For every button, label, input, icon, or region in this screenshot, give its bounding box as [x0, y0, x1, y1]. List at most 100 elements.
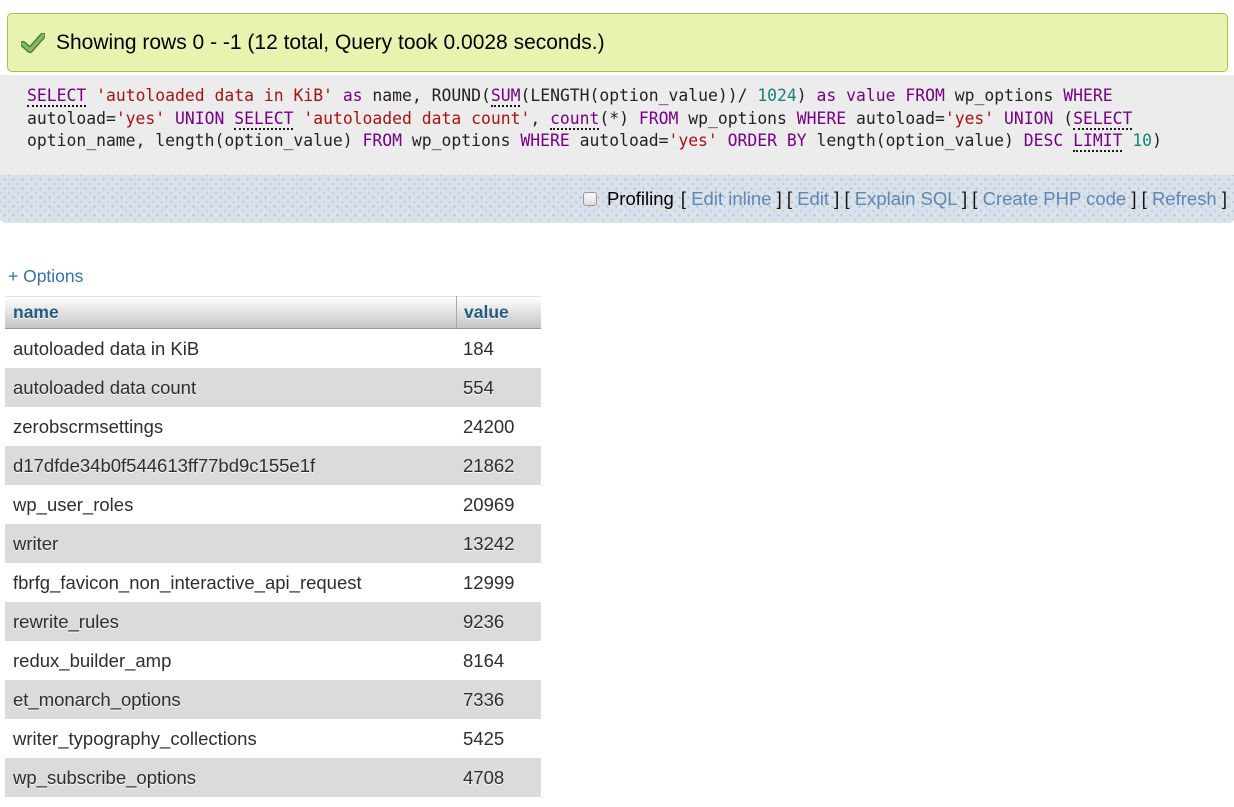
sql-line: SELECT 'autoloaded data in KiB' as name,…	[27, 85, 1224, 108]
sql-token: UNION	[175, 109, 224, 128]
sql-token: )	[1152, 131, 1162, 150]
sql-token: wp_options	[678, 109, 796, 128]
sql-token: ,	[530, 109, 550, 128]
bracket: ]	[771, 188, 781, 209]
query-tools-row: Profiling [ Edit inline ] [ Edit ] [ Exp…	[0, 175, 1234, 223]
action-link-edit[interactable]: Edit	[797, 188, 829, 209]
sql-token	[896, 86, 906, 105]
bracket: [	[782, 188, 797, 209]
table-row: autoloaded data in KiB184	[5, 329, 541, 368]
cell-name: wp_subscribe_options	[5, 767, 456, 789]
cell-name: wp_user_roles	[5, 494, 456, 516]
cell-value: 20969	[456, 494, 541, 516]
table-row: wp_user_roles20969	[5, 485, 541, 524]
column-header-name[interactable]: name	[5, 302, 456, 323]
query-action-links: [ Edit inline ] [ Edit ] [ Explain SQL ]…	[676, 188, 1227, 210]
table-row: writer_typography_collections5425	[5, 719, 541, 758]
profiling-label[interactable]: Profiling	[607, 188, 674, 210]
table-row: autoloaded data count554	[5, 368, 541, 407]
sql-keyword-doc-link[interactable]: count	[550, 109, 599, 130]
sql-token: 'yes'	[116, 109, 165, 128]
cell-name: writer_typography_collections	[5, 728, 456, 750]
sql-token: 'autoloaded data count'	[303, 109, 530, 128]
sql-token	[333, 86, 343, 105]
cell-value: 5425	[456, 728, 541, 750]
cell-value: 9236	[456, 611, 541, 633]
success-message-bar: Showing rows 0 - -1 (12 total, Query too…	[7, 13, 1228, 72]
sql-token: wp_options	[945, 86, 1063, 105]
sql-token: (LENGTH(option_value))/	[520, 86, 757, 105]
action-link-explain-sql[interactable]: Explain SQL	[855, 188, 957, 209]
table-row: wp_subscribe_options4708	[5, 758, 541, 797]
cell-name: redux_builder_amp	[5, 650, 456, 672]
cell-value: 13242	[456, 533, 541, 555]
sql-token: 1024	[757, 86, 796, 105]
bracket: ]	[1126, 188, 1136, 209]
cell-name: d17dfde34b0f544613ff77bd9c155e1f	[5, 455, 456, 477]
cell-value: 8164	[456, 650, 541, 672]
cell-name: rewrite_rules	[5, 611, 456, 633]
sql-token: DESC	[1024, 131, 1063, 150]
sql-token	[293, 109, 303, 128]
table-row: redux_builder_amp8164	[5, 641, 541, 680]
table-row: rewrite_rules9236	[5, 602, 541, 641]
results-table-body: autoloaded data in KiB184autoloaded data…	[5, 329, 541, 797]
sql-token	[224, 109, 234, 128]
sql-keyword-doc-link[interactable]: LIMIT	[1073, 131, 1122, 152]
sql-token: WHERE	[797, 109, 846, 128]
table-row: writer13242	[5, 524, 541, 563]
sql-token: length(option_value)	[807, 131, 1024, 150]
sql-token: )	[797, 86, 817, 105]
profiling-checkbox[interactable]	[583, 192, 597, 206]
cell-value: 4708	[456, 767, 541, 789]
sql-keyword-doc-link[interactable]: SUM	[491, 86, 521, 107]
sql-token: autoload=	[570, 131, 669, 150]
cell-value: 554	[456, 377, 541, 399]
sql-token: UNION	[1004, 109, 1053, 128]
sql-token: 'autoloaded data in KiB'	[96, 86, 333, 105]
sql-keyword-doc-link[interactable]: SELECT	[1073, 109, 1132, 130]
sql-query-block[interactable]: SELECT 'autoloaded data in KiB' as name,…	[0, 75, 1234, 175]
action-link-refresh[interactable]: Refresh	[1152, 188, 1217, 209]
sql-token: 'yes'	[668, 131, 717, 150]
sql-token: 'yes'	[945, 109, 994, 128]
cell-name: autoloaded data in KiB	[5, 338, 456, 360]
sql-token: (*)	[599, 109, 638, 128]
cell-value: 7336	[456, 689, 541, 711]
cell-name: et_monarch_options	[5, 689, 456, 711]
cell-value: 12999	[456, 572, 541, 594]
sql-token: autoload=	[846, 109, 945, 128]
sql-token: as	[817, 86, 837, 105]
results-table: name value autoloaded data in KiB184auto…	[5, 296, 541, 797]
sql-token: FROM	[905, 86, 944, 105]
table-row: et_monarch_options7336	[5, 680, 541, 719]
results-table-header: name value	[5, 296, 541, 329]
sql-keyword-doc-link[interactable]: SELECT	[234, 109, 293, 130]
cell-name: fbrfg_favicon_non_interactive_api_reques…	[5, 572, 456, 594]
bracket: ]	[1217, 188, 1227, 209]
sql-token: FROM	[363, 131, 402, 150]
sql-token	[836, 86, 846, 105]
sql-token: value	[846, 86, 895, 105]
sql-token: FROM	[639, 109, 678, 128]
action-link-create-php-code[interactable]: Create PHP code	[983, 188, 1127, 209]
sql-token: option_name, length(option_value)	[27, 131, 363, 150]
sql-token	[165, 109, 175, 128]
cell-value: 21862	[456, 455, 541, 477]
bracket: [	[676, 188, 691, 209]
sql-token: WHERE	[520, 131, 569, 150]
sql-token	[86, 86, 96, 105]
action-link-edit-inline[interactable]: Edit inline	[691, 188, 771, 209]
success-message: Showing rows 0 - -1 (12 total, Query too…	[56, 31, 605, 55]
bracket: [	[839, 188, 854, 209]
sql-token: (	[1053, 109, 1073, 128]
bracket: ]	[829, 188, 839, 209]
sql-keyword-doc-link[interactable]: SELECT	[27, 86, 86, 107]
sql-line: autoload='yes' UNION SELECT 'autoloaded …	[27, 108, 1224, 131]
column-header-value[interactable]: value	[456, 296, 541, 329]
sql-token: autoload=	[27, 109, 116, 128]
sql-token	[718, 131, 728, 150]
sql-token: ORDER BY	[728, 131, 807, 150]
options-toggle[interactable]: + Options	[8, 266, 83, 287]
sql-token	[994, 109, 1004, 128]
